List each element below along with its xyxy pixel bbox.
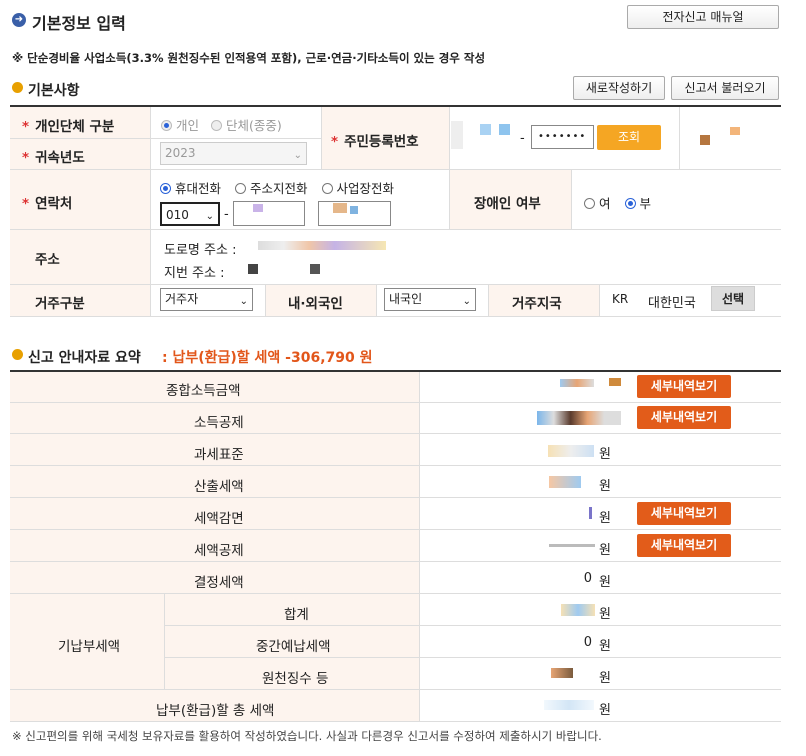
rrn-back-input[interactable]: •••••••	[531, 125, 594, 149]
new-write-button[interactable]: 새로작성하기	[573, 76, 665, 100]
notice-text: ※ 단순경비율 사업소득(3.3% 원천징수된 인적용역 포함), 근로·연금·…	[12, 51, 486, 65]
rrn-dash: -	[520, 131, 525, 146]
radio-home-phone[interactable]	[235, 183, 246, 194]
radio-group-entity[interactable]	[211, 120, 222, 131]
phone-dash: -	[224, 207, 229, 222]
won-unit: 원	[599, 575, 611, 590]
radio-individual[interactable]	[161, 120, 172, 131]
won-unit: 원	[599, 607, 611, 622]
lot-address-label: 지번 주소 :	[164, 266, 225, 281]
load-return-button[interactable]: 신고서 불러오기	[671, 76, 779, 100]
detail-button-tax-reduction[interactable]: 세부내역보기	[637, 502, 731, 525]
summary-headline: : 납부(환급)할 세액 -306,790 원	[162, 350, 373, 366]
disability-label: 장애인 여부	[474, 196, 541, 212]
radio-work-phone[interactable]	[321, 183, 333, 194]
region-name: 대한민국	[648, 296, 696, 311]
road-address-masked	[258, 241, 386, 250]
road-address-label: 도로명 주소 :	[164, 243, 237, 258]
row-label-total-payable: 납부(환급)할 총 세액	[156, 703, 275, 719]
contact-radio-group[interactable]: 휴대전화 주소지전화 사업장전화	[160, 178, 394, 197]
row-label-tax-base: 과세표준	[194, 447, 244, 463]
radio-mobile[interactable]	[160, 183, 171, 194]
rrn-front-masked	[451, 121, 463, 149]
type-radio-group[interactable]: 개인 단체(종중)	[161, 115, 282, 134]
detail-button-tax-credit[interactable]: 세부내역보기	[637, 534, 731, 557]
rrn-label: * 주민등록번호	[331, 134, 419, 150]
determined-tax-value: 0	[583, 571, 592, 586]
lot-address-masked	[248, 264, 258, 274]
row-label-tax-credit: 세액공제	[194, 543, 244, 559]
region-select-button[interactable]: 선택	[711, 286, 755, 311]
row-label-tax-reduction: 세액감면	[194, 511, 244, 527]
disability-radio-group[interactable]: 여 부	[584, 193, 651, 212]
row-label-interim-prepayment: 중간예납세액	[256, 639, 331, 655]
type-label: * 개인단체 구분	[22, 119, 115, 135]
radio-disability-yes[interactable]	[584, 198, 595, 209]
won-unit: 원	[599, 671, 611, 686]
section-bullet-icon	[12, 82, 23, 93]
page-title: 기본정보 입력	[32, 14, 126, 33]
arrow-icon: ➜	[12, 13, 26, 27]
phone-middle-input[interactable]	[233, 201, 305, 226]
radio-disability-yes-label: 여	[599, 196, 611, 211]
manual-button[interactable]: 전자신고 매뉴얼	[627, 5, 779, 29]
row-label-prepaid-total: 합계	[284, 607, 309, 623]
chevron-down-icon: ⌄	[462, 296, 471, 307]
detail-button-total-income[interactable]: 세부내역보기	[637, 375, 731, 398]
nationality-select[interactable]: 내국인 ⌄	[384, 288, 476, 311]
chevron-down-icon: ⌄	[293, 150, 302, 161]
won-unit: 원	[599, 639, 611, 654]
row-label-calculated-tax: 산출세액	[194, 479, 244, 495]
phone-prefix-select[interactable]: 010 ⌄	[160, 202, 220, 226]
radio-group-entity-label: 단체(종중)	[226, 118, 282, 133]
year-select[interactable]: 2023 ⌄	[160, 142, 307, 165]
won-unit: 원	[599, 511, 611, 526]
detail-button-income-deduction[interactable]: 세부내역보기	[637, 406, 731, 429]
section-bullet-icon	[12, 349, 23, 360]
section-title-summary: 신고 안내자료 요약	[28, 350, 141, 366]
row-label-income-deduction: 소득공제	[194, 415, 244, 431]
residence-select[interactable]: 거주자 ⌄	[160, 288, 253, 311]
row-label-determined-tax: 결정세액	[194, 575, 244, 591]
section-title-basic: 기본사항	[28, 83, 80, 99]
radio-individual-label: 개인	[176, 118, 200, 133]
row-label-prepaid-group: 기납부세액	[58, 639, 121, 655]
row-label-total-income: 종합소득금액	[166, 383, 241, 399]
radio-home-phone-label: 주소지전화	[250, 181, 308, 196]
won-unit: 원	[599, 447, 611, 462]
region-code: KR	[612, 292, 629, 306]
interim-prepayment-value: 0	[583, 635, 592, 650]
lookup-button[interactable]: 조회	[597, 125, 661, 150]
won-unit: 원	[599, 543, 611, 558]
radio-mobile-label: 휴대전화	[175, 181, 222, 196]
chevron-down-icon: ⌄	[239, 296, 248, 307]
chevron-down-icon: ⌄	[205, 211, 214, 222]
won-unit: 원	[599, 479, 611, 494]
radio-work-phone-label: 사업장전화	[336, 181, 395, 196]
year-label: * 귀속년도	[22, 150, 85, 166]
row-label-withholding: 원천징수 등	[262, 671, 329, 687]
region-label: 거주지국	[512, 296, 562, 312]
nationality-label: 내·외국인	[288, 296, 343, 312]
radio-disability-no-label: 부	[639, 196, 652, 211]
footer-note: ※ 신고편의를 위해 국세청 보유자료를 활용하여 작성하였습니다. 사실과 다…	[12, 729, 602, 743]
contact-label: * 연락처	[22, 196, 73, 212]
residence-label: 거주구분	[35, 296, 85, 312]
address-label: 주소	[35, 252, 60, 268]
won-unit: 원	[599, 703, 611, 718]
radio-disability-no[interactable]	[624, 198, 636, 209]
